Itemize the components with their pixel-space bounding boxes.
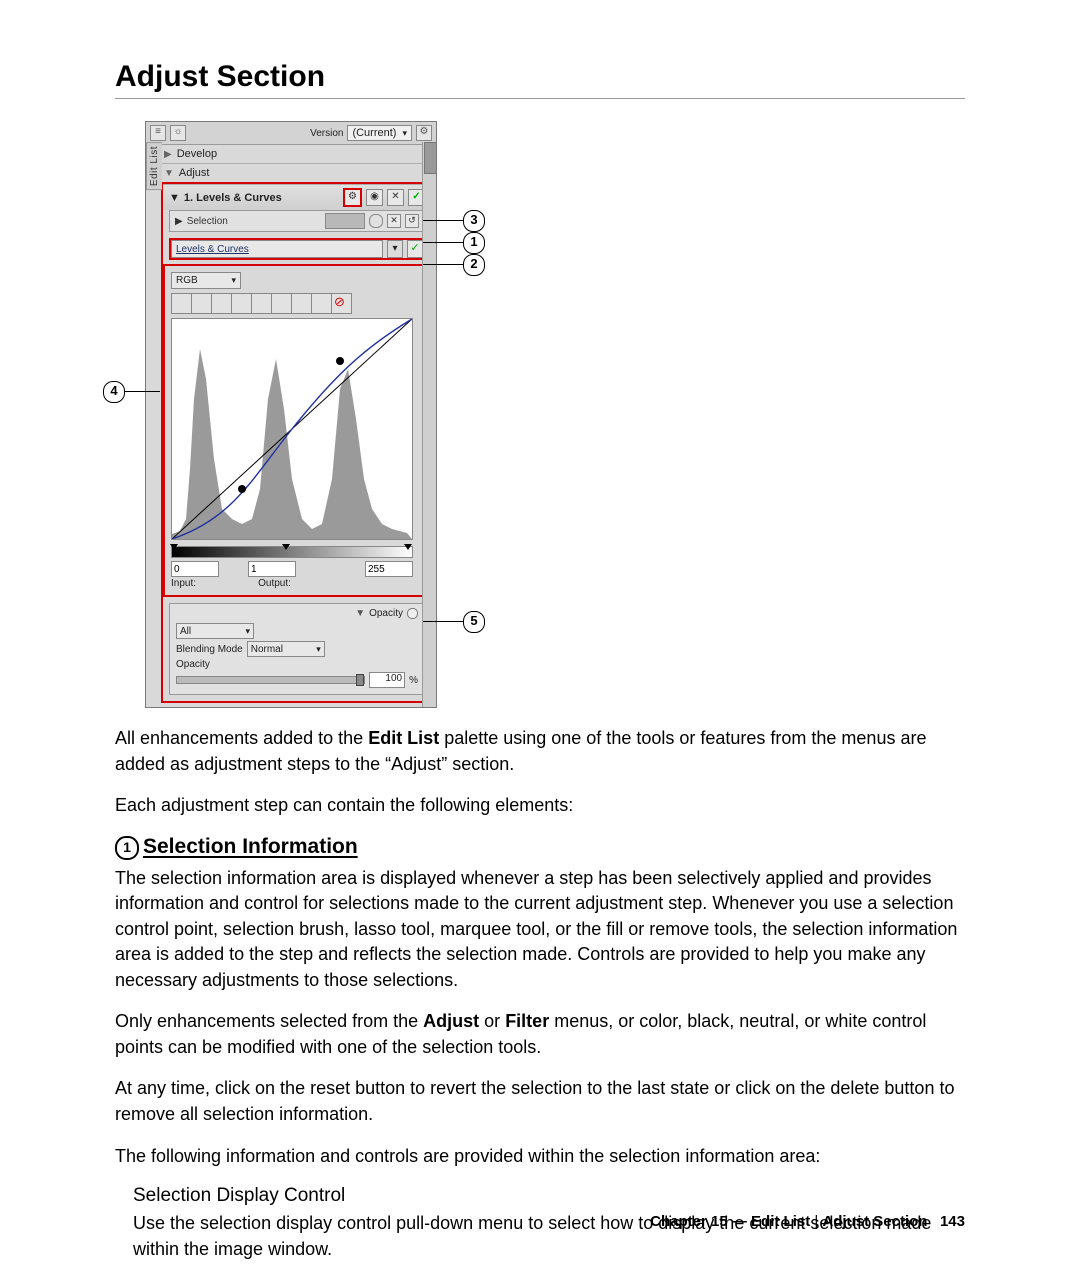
version-dropdown[interactable]: (Current) ▾ — [347, 125, 412, 141]
white-point-handle[interactable] — [404, 544, 412, 550]
gear-icon[interactable]: ⚙ — [416, 125, 432, 141]
sun-icon[interactable]: ☼ — [170, 125, 186, 141]
black-point-handle[interactable] — [170, 544, 178, 550]
input-value-field[interactable] — [171, 561, 219, 577]
paragraph-5: At any time, click on the reset button t… — [115, 1076, 965, 1127]
opacity-radio[interactable] — [407, 608, 418, 619]
paragraph-4: Only enhancements selected from the Adju… — [115, 1009, 965, 1060]
menu-icon[interactable]: ≡ — [150, 125, 166, 141]
cancel-icon[interactable] — [332, 293, 352, 314]
pencil-icon[interactable] — [312, 293, 332, 314]
channel-dropdown[interactable]: RGB ▾ — [171, 272, 241, 289]
opacity-section: ▼ Opacity All ▾ Blend — [169, 603, 425, 695]
scrollbar[interactable] — [422, 142, 436, 707]
selection-info: ▶ Selection ↺ — [169, 210, 425, 232]
curves-tools — [171, 293, 423, 314]
eyedropper-icon[interactable] — [212, 293, 232, 314]
step-header[interactable]: ▼ 1. Levels & Curves — [163, 184, 431, 210]
blending-mode-label: Blending Mode — [176, 644, 243, 655]
blending-mode-dropdown[interactable]: Normal ▾ — [247, 641, 325, 657]
paragraph-3: The selection information area is displa… — [115, 866, 965, 994]
scrollbar-thumb[interactable] — [424, 142, 437, 174]
adjust-label: Adjust — [179, 167, 430, 179]
callout-1: 1 — [463, 232, 485, 254]
version-value: (Current) — [352, 127, 396, 139]
mid-value-field[interactable] — [248, 561, 296, 577]
chevron-down-icon: ▾ — [316, 644, 321, 655]
opacity-unit: % — [409, 675, 418, 686]
triangle-down-icon: ▼ — [164, 168, 174, 179]
paragraph-2: Each adjustment step can contain the fol… — [115, 793, 965, 819]
adjust-panel-figure: Edit List ≡ ☼ Version (Current) ▾ ⚙ ▶ — [145, 121, 485, 708]
opacity-channel-dropdown[interactable]: All ▾ — [176, 623, 254, 639]
opacity-value[interactable]: 100 — [369, 672, 405, 688]
develop-label: Develop — [177, 148, 430, 160]
paragraph-1: All enhancements added to the Edit List … — [115, 726, 965, 777]
heading-number: 1 — [115, 836, 139, 860]
opacity-header-label: Opacity — [369, 608, 403, 619]
anchor-icon[interactable] — [272, 293, 292, 314]
chevron-down-icon: ▾ — [245, 626, 250, 637]
callout-4: 4 — [103, 381, 125, 403]
eyedropper-black-icon[interactable] — [232, 293, 252, 314]
output-label: Output: — [258, 578, 291, 589]
output-value-field[interactable] — [365, 561, 413, 577]
triangle-right-icon: ▶ — [175, 216, 183, 227]
edit-list-tab[interactable]: Edit List — [146, 142, 162, 190]
opacity-slider-handle[interactable] — [356, 674, 364, 686]
title-rule — [115, 98, 965, 99]
line-icon[interactable] — [292, 293, 312, 314]
selection-information-heading: 1Selection Information — [115, 835, 965, 860]
panel-topbar: ≡ ☼ Version (Current) ▾ ⚙ — [146, 122, 436, 145]
selection-display-control-heading: Selection Display Control — [133, 1185, 965, 1207]
curves-area: RGB ▾ — [163, 264, 431, 597]
input-label: Input: — [171, 578, 196, 589]
callout-2: 2 — [463, 254, 485, 276]
triangle-down-icon: ▼ — [355, 608, 365, 619]
levels-apply-button[interactable]: ✓ — [407, 240, 423, 258]
selection-reset-button[interactable]: ↺ — [405, 214, 419, 228]
black-white-slider[interactable] — [171, 546, 413, 558]
selection-eye-button[interactable] — [369, 214, 383, 228]
mid-point-handle[interactable] — [282, 544, 290, 550]
page-footer: Chapter 15 — Edit List | Adjust Section … — [650, 1213, 965, 1230]
opacity-channel-value: All — [180, 626, 191, 637]
paragraph-6: The following information and controls a… — [115, 1144, 965, 1170]
channel-value: RGB — [176, 275, 198, 286]
selection-delete-button[interactable] — [387, 214, 401, 228]
histogram-tool-icon[interactable] — [171, 293, 192, 314]
chevron-down-icon: ▾ — [402, 129, 407, 137]
levels-dd-value: Levels & Curves — [171, 240, 383, 258]
edit-list-panel: Edit List ≡ ☼ Version (Current) ▾ ⚙ ▶ — [145, 121, 437, 708]
eyedropper-white-icon[interactable] — [252, 293, 272, 314]
step-visibility-button[interactable] — [366, 189, 383, 206]
opacity-slider[interactable] — [176, 676, 365, 684]
adjust-row[interactable]: ▼ Adjust — [158, 163, 436, 182]
callout-3: 3 — [463, 210, 485, 232]
develop-row[interactable]: ▶ Develop — [158, 145, 436, 163]
selection-label: Selection — [187, 216, 321, 227]
levels-curves-select[interactable]: Levels & Curves ▾ ✓ — [169, 238, 425, 260]
histogram[interactable] — [171, 318, 413, 540]
callout-5: 5 — [463, 611, 485, 633]
blending-mode-value: Normal — [251, 644, 283, 655]
chevron-down-icon: ▾ — [387, 240, 403, 258]
step-settings-button[interactable] — [343, 188, 362, 207]
selection-display-dropdown[interactable] — [325, 213, 365, 229]
opacity-label: Opacity — [176, 659, 210, 670]
step-delete-button[interactable] — [387, 189, 404, 206]
step-title: 1. Levels & Curves — [184, 192, 339, 204]
black-point-tool-icon[interactable] — [192, 293, 212, 314]
page-title: Adjust Section — [115, 60, 965, 94]
chevron-down-icon: ▾ — [231, 275, 236, 286]
version-label: Version — [310, 128, 343, 139]
triangle-down-icon: ▼ — [169, 192, 180, 204]
triangle-right-icon: ▶ — [164, 149, 172, 160]
